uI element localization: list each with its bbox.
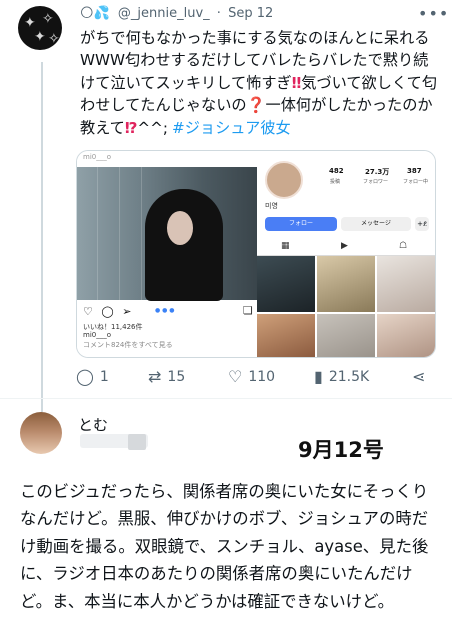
reply-button[interactable]: ◯ 1 bbox=[76, 367, 109, 386]
double-exclamation-emoji: ‼ bbox=[291, 73, 302, 92]
reply-count: 1 bbox=[99, 369, 109, 385]
reply-display-name[interactable]: とむ bbox=[78, 414, 108, 435]
share-button[interactable]: ⋖ bbox=[412, 367, 431, 386]
star-icon: ✦ bbox=[24, 15, 36, 31]
grid-photo bbox=[317, 314, 375, 357]
star-icon: ✧ bbox=[42, 11, 54, 27]
share-icon: ⋖ bbox=[412, 367, 426, 386]
grid-photo bbox=[257, 256, 315, 312]
comment-icon[interactable]: ◯ bbox=[101, 305, 113, 318]
following-count: 387 bbox=[407, 167, 422, 175]
reels-icon: ▶ bbox=[341, 241, 348, 251]
hashtag-link[interactable]: #ジョシュア彼女 bbox=[172, 119, 291, 137]
profile-name: 미영 bbox=[265, 202, 278, 210]
retweet-button[interactable]: ⇄ 15 bbox=[148, 367, 185, 386]
user-handle[interactable]: @_jennie_luv_ bbox=[118, 6, 210, 21]
bookmark-icon[interactable]: ❏ bbox=[243, 304, 253, 317]
date-annotation: 9月12号 bbox=[298, 438, 384, 462]
interrobang-emoji: ⁉ bbox=[124, 118, 138, 137]
heart-icon: ♡ bbox=[228, 367, 243, 386]
like-count: 110 bbox=[248, 369, 276, 385]
divider bbox=[0, 398, 452, 399]
posts-count: 482 bbox=[329, 167, 344, 175]
retweet-icon: ⇄ bbox=[148, 367, 162, 386]
tweet-header: 🌕💦 @_jennie_luv_ · Sep 12 bbox=[80, 6, 273, 21]
add-user-button: +ደ bbox=[415, 217, 429, 231]
profile-tabs: ▦ ▶ ☖ bbox=[257, 239, 435, 256]
thread-connector-line bbox=[41, 62, 43, 412]
like-button[interactable]: ♡ 110 bbox=[228, 367, 275, 386]
tweet-action-bar: ◯ 1 ⇄ 15 ♡ 110 ▮ 21.5K ⋖ bbox=[76, 367, 436, 391]
grid-photo bbox=[257, 314, 315, 357]
posts-label: 投稿 bbox=[330, 179, 341, 185]
grid-icon: ▦ bbox=[281, 241, 290, 251]
question-emoji: ❓ bbox=[246, 96, 266, 115]
carousel-dots: ● ● ● bbox=[155, 307, 175, 314]
display-name-emojis[interactable]: 🌕💦 bbox=[80, 6, 110, 21]
reply-text: このビジュだったら、関係者席の奥にいた女にそっくりなんだけど。黒服、伸びかけのボ… bbox=[20, 482, 429, 611]
grid-photo bbox=[377, 256, 435, 312]
send-icon[interactable]: ➢ bbox=[122, 305, 131, 318]
grid-photo bbox=[317, 256, 375, 312]
view-comments-link: コメント824件をすべて見る bbox=[83, 341, 173, 349]
tweet-text-part: ^^; bbox=[137, 118, 168, 137]
follow-button: フォロー bbox=[265, 217, 337, 231]
heart-icon[interactable]: ♡ bbox=[83, 305, 93, 318]
followers-count: 27.3万 bbox=[365, 168, 390, 176]
avatar[interactable]: ✦ ✧ ✦ ✧ bbox=[18, 6, 62, 50]
following-label: フォロー中 bbox=[403, 179, 429, 185]
separator-dot: · bbox=[216, 6, 221, 21]
star-icon: ✧ bbox=[48, 31, 60, 47]
tagged-icon: ☖ bbox=[399, 241, 408, 251]
instagram-post-panel: mi0___o ♡ ◯ ➢ ● ● ● ❏ いいね！11,426件 mi0___… bbox=[77, 151, 257, 357]
reply-icon: ◯ bbox=[76, 367, 94, 386]
views-button[interactable]: ▮ 21.5K bbox=[314, 367, 369, 386]
bar-chart-icon: ▮ bbox=[314, 367, 323, 386]
post-photo bbox=[77, 167, 257, 301]
attached-image[interactable]: mi0___o ♡ ◯ ➢ ● ● ● ❏ いいね！11,426件 mi0___… bbox=[76, 150, 436, 358]
caption-username: mi0___o bbox=[83, 331, 111, 339]
retweet-count: 15 bbox=[167, 369, 186, 385]
post-top-handle: mi0___o bbox=[83, 153, 111, 161]
followers-label: フォロワー bbox=[363, 179, 389, 185]
tweet-date[interactable]: Sep 12 bbox=[228, 6, 273, 21]
view-count: 21.5K bbox=[328, 369, 370, 385]
instagram-profile-panel: 482 投稿 27.3万 フォロワー 387 フォロー中 미영 フォロー メッセ… bbox=[257, 151, 435, 357]
message-button: メッセージ bbox=[341, 217, 411, 231]
tweet-text: がちで何もなかった事にする気なのほんとに呆れるWWW匂わせするだけしてバレたらバ… bbox=[80, 27, 440, 139]
more-dots-icon[interactable]: ••• bbox=[418, 4, 449, 23]
star-icon: ✦ bbox=[34, 29, 46, 45]
profile-picture bbox=[265, 161, 303, 199]
avatar[interactable] bbox=[20, 412, 62, 454]
grid-photo bbox=[377, 314, 435, 357]
post-action-icons: ♡ ◯ ➢ bbox=[83, 305, 131, 318]
redaction-box bbox=[128, 434, 146, 450]
